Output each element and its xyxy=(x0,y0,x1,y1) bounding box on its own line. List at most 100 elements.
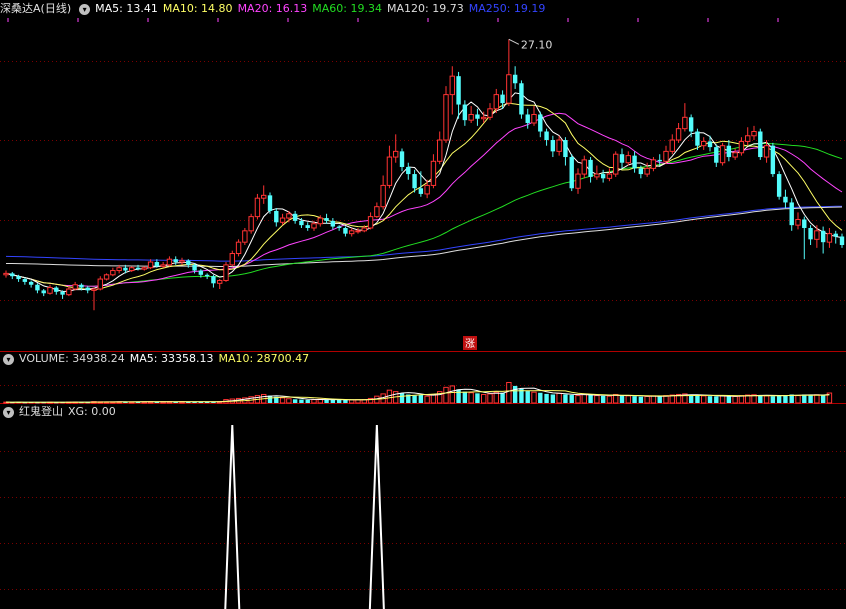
candle-body-down xyxy=(632,155,637,169)
candle-body-down xyxy=(619,154,625,163)
volume-bar-down xyxy=(758,395,763,403)
volume-bar-down xyxy=(820,395,826,403)
candle-body-up xyxy=(606,173,613,179)
candle-body-up xyxy=(424,184,430,195)
volume-bar-down xyxy=(399,393,405,403)
volume-bar-up xyxy=(506,382,512,404)
volume-bar-up xyxy=(814,394,820,404)
candle-body-up xyxy=(556,139,562,152)
candle-body-down xyxy=(456,76,461,105)
volume-bar-down xyxy=(802,394,807,403)
volume-bar-up xyxy=(443,386,449,404)
candle-body-down xyxy=(758,131,763,158)
volume-bar-down xyxy=(462,391,468,403)
moving-average-lines xyxy=(5,92,843,293)
candle-body-up xyxy=(179,260,185,263)
candle-body-up xyxy=(261,194,267,199)
volume-bar-down xyxy=(292,399,298,403)
candle-body-up xyxy=(613,153,619,175)
candle-body-down xyxy=(776,174,782,197)
candle-body-down xyxy=(79,284,84,288)
candle-body-up xyxy=(443,94,449,141)
candle-body-up xyxy=(311,223,317,229)
volume-bar-up xyxy=(556,392,562,404)
candle-body-up xyxy=(795,218,801,226)
candle-body-down xyxy=(412,174,417,189)
candle-body-up xyxy=(575,173,581,189)
candle-body-down xyxy=(544,131,549,141)
candle-body-up xyxy=(814,230,820,240)
candle-body-up xyxy=(91,288,97,291)
peak-label: 27.10 xyxy=(521,38,553,51)
candle-body-up xyxy=(116,267,122,272)
candle-body-up xyxy=(581,159,587,175)
volume-bar-down xyxy=(512,385,518,403)
ma120-line xyxy=(6,206,843,267)
candle-body-down xyxy=(10,273,15,277)
candle-body-down xyxy=(35,284,40,291)
volume-bar-down xyxy=(688,395,694,403)
volume-bar-down xyxy=(550,394,556,403)
candle-body-up xyxy=(449,75,455,96)
candle-body-down xyxy=(292,213,298,221)
volume-bar-up xyxy=(481,393,487,404)
ma250-line xyxy=(5,205,842,262)
volume-bar-down xyxy=(418,395,424,403)
candle-body-up xyxy=(481,116,487,120)
grid-lines xyxy=(0,18,846,590)
candle-body-up xyxy=(751,131,757,137)
candle-body-up xyxy=(493,94,499,110)
volume-bar-down xyxy=(657,396,662,403)
volume-bar-down xyxy=(569,395,574,403)
volume-bar-up xyxy=(430,393,437,404)
candle-body-up xyxy=(826,233,833,243)
volume-bar-down xyxy=(695,395,700,403)
volume-bar-up xyxy=(468,392,474,404)
kline-chart[interactable]: 27.10 涨 xyxy=(0,0,846,609)
volume-bars xyxy=(3,382,833,404)
volume-bar-up xyxy=(581,393,587,404)
candle-body-up xyxy=(248,216,254,232)
candle-body-down xyxy=(550,140,556,152)
candle-body-down xyxy=(525,114,530,123)
candle-body-up xyxy=(531,113,537,124)
volume-bar-up xyxy=(738,395,745,404)
candle-body-down xyxy=(28,281,34,285)
candle-body-down xyxy=(399,151,405,167)
candle-body-down xyxy=(839,236,845,246)
volume-bar-down xyxy=(538,392,543,403)
candle-body-down xyxy=(418,188,424,194)
candle-body-up xyxy=(745,135,751,142)
volume-bar-up xyxy=(575,395,581,404)
volume-bar-down xyxy=(714,396,719,403)
candle-body-up xyxy=(166,258,173,266)
candle-body-up xyxy=(242,230,248,243)
candle-body-down xyxy=(820,230,826,243)
candle-body-down xyxy=(406,166,411,175)
volume-bar-down xyxy=(638,396,644,403)
candle-body-up xyxy=(97,278,103,290)
candle-body-up xyxy=(355,230,361,233)
candle-body-down xyxy=(538,114,543,132)
candle-body-up xyxy=(217,279,223,284)
candle-body-down xyxy=(789,202,794,226)
candle-body-up xyxy=(254,197,261,218)
candle-body-down xyxy=(833,233,838,237)
candle-body-down xyxy=(299,220,304,226)
candle-body-down xyxy=(563,140,568,158)
candle-body-up xyxy=(682,116,688,130)
volume-bar-down xyxy=(783,395,788,403)
volume-bar-down xyxy=(600,395,606,403)
candle-body-down xyxy=(802,219,807,228)
candle-body-up xyxy=(732,152,738,158)
candle-body-up xyxy=(349,230,355,235)
candle-body-down xyxy=(204,274,210,277)
candle-body-up xyxy=(72,284,78,290)
candle-body-up xyxy=(361,227,367,232)
candle-body-up xyxy=(317,217,323,225)
volume-bar-down xyxy=(305,399,310,403)
volume-bar-down xyxy=(726,396,732,403)
candle-body-up xyxy=(380,184,386,208)
candle-body-down xyxy=(41,290,46,294)
candle-body-down xyxy=(512,74,518,84)
